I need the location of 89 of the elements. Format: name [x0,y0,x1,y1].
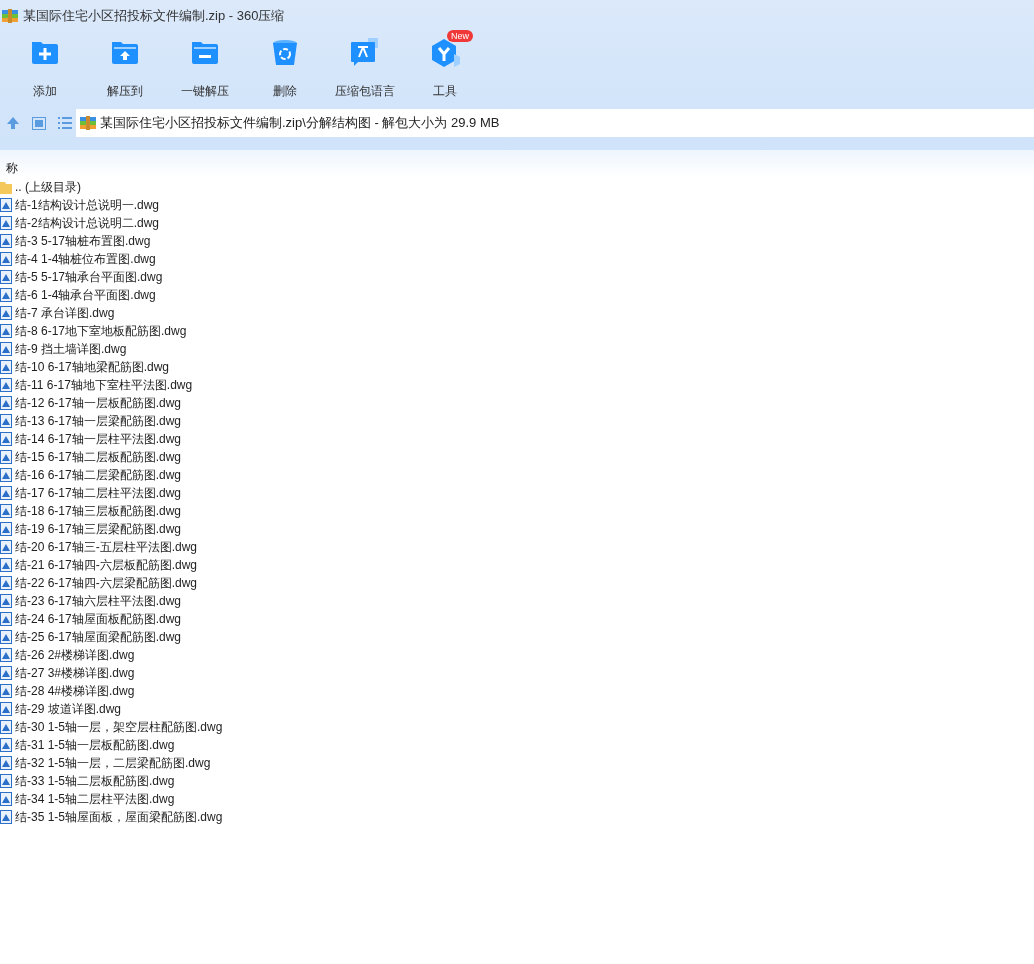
file-list-item[interactable]: 结-8 6-17地下室地板配筋图.dwg [0,322,1034,340]
drawing-file-icon [0,342,12,356]
archive-icon [2,8,18,24]
file-list-item[interactable]: 结-17 6-17轴二层柱平法图.dwg [0,484,1034,502]
drawing-file-icon [0,378,12,392]
folder-icon [0,180,12,194]
file-list-item[interactable]: 结-25 6-17轴屋面梁配筋图.dwg [0,628,1034,646]
drawing-file-icon [0,774,12,788]
translate-icon [350,38,380,68]
recycle-bin-icon [270,38,300,68]
drawing-file-icon [0,684,12,698]
toolbar-button[interactable]: 一键解压 [165,38,245,100]
file-list-item[interactable]: 结-19 6-17轴三层梁配筋图.dwg [0,520,1034,538]
file-list-item[interactable]: 结-2结构设计总说明二.dwg [0,214,1034,232]
toolbar-button[interactable]: 删除 [245,38,325,100]
drawing-file-icon [0,666,12,680]
list-view-icon[interactable] [58,117,72,129]
file-list-item[interactable]: 结-5 5-17轴承台平面图.dwg [0,268,1034,286]
drawing-file-icon [0,594,12,608]
file-list-item[interactable]: 结-16 6-17轴二层梁配筋图.dwg [0,466,1034,484]
drawing-file-icon [0,630,12,644]
file-list-item[interactable]: 结-27 3#楼梯详图.dwg [0,664,1034,682]
file-list-item[interactable]: 结-4 1-4轴桩位布置图.dwg [0,250,1034,268]
drawing-file-icon [0,414,12,428]
hexagon-icon [430,38,460,68]
drawing-file-icon [0,612,12,626]
file-list-item[interactable]: .. (上级目录) [0,178,1034,196]
drawing-file-icon [0,504,12,518]
drawing-file-icon [0,792,12,806]
drawing-file-icon [0,360,12,374]
drawing-file-icon [0,432,12,446]
drawing-file-icon [0,810,12,824]
thumbnail-view-icon[interactable] [32,116,46,130]
file-list-item[interactable]: 结-13 6-17轴一层梁配筋图.dwg [0,412,1034,430]
file-list-item[interactable]: 结-1结构设计总说明一.dwg [0,196,1034,214]
file-list-item[interactable]: 结-29 坡道详图.dwg [0,700,1034,718]
drawing-file-icon [0,720,12,734]
file-list-item[interactable]: 结-6 1-4轴承台平面图.dwg [0,286,1034,304]
drawing-file-icon [0,558,12,572]
drawing-file-icon [0,576,12,590]
drawing-file-icon [0,522,12,536]
column-header[interactable]: 称 [6,159,18,177]
file-list-item[interactable]: 结-20 6-17轴三-五层柱平法图.dwg [0,538,1034,556]
file-list-item[interactable]: 结-21 6-17轴四-六层板配筋图.dwg [0,556,1034,574]
file-list-item[interactable]: 结-14 6-17轴一层柱平法图.dwg [0,430,1034,448]
drawing-file-icon [0,756,12,770]
drawing-file-icon [0,198,12,212]
drawing-file-icon [0,486,12,500]
file-list-item[interactable]: 结-31 1-5轴一层板配筋图.dwg [0,736,1034,754]
drawing-file-icon [0,252,12,266]
file-list-item[interactable]: 结-12 6-17轴一层板配筋图.dwg [0,394,1034,412]
file-list-item[interactable]: 结-11 6-17轴地下室柱平法图.dwg [0,376,1034,394]
file-list-item[interactable]: 结-18 6-17轴三层板配筋图.dwg [0,502,1034,520]
file-list-item[interactable]: 结-9 挡土墙详图.dwg [0,340,1034,358]
drawing-file-icon [0,738,12,752]
drawing-file-icon [0,702,12,716]
toolbar-button[interactable]: 压缩包语言 [325,38,405,100]
drawing-file-icon [0,216,12,230]
file-list-item[interactable]: 结-34 1-5轴二层柱平法图.dwg [0,790,1034,808]
drawing-file-icon [0,324,12,338]
file-list-item[interactable]: 结-32 1-5轴一层，二层梁配筋图.dwg [0,754,1034,772]
window-title: 某国际住宅小区招投标文件编制.zip - 360压缩 [23,7,285,26]
file-list-item[interactable]: 结-26 2#楼梯详图.dwg [0,646,1034,664]
drawing-file-icon [0,468,12,482]
file-list-item[interactable]: 结-30 1-5轴一层，架空层柱配筋图.dwg [0,718,1034,736]
up-arrow-icon[interactable] [6,116,20,130]
toolbar-button[interactable]: 添加 [5,38,85,100]
file-list-item[interactable]: 结-3 5-17轴桩布置图.dwg [0,232,1034,250]
drawing-file-icon [0,396,12,410]
file-list-item[interactable]: 结-7 承台详图.dwg [0,304,1034,322]
file-list-item[interactable]: 结-28 4#楼梯详图.dwg [0,682,1034,700]
drawing-file-icon [0,234,12,248]
new-badge: New [447,30,473,42]
file-list-item[interactable]: 结-35 1-5轴屋面板，屋面梁配筋图.dwg [0,808,1034,826]
drawing-file-icon [0,450,12,464]
drawing-file-icon [0,648,12,662]
toolbar-button[interactable]: 解压到 [85,38,165,100]
file-list-item[interactable]: 结-22 6-17轴四-六层梁配筋图.dwg [0,574,1034,592]
file-list-item[interactable]: 结-24 6-17轴屋面板配筋图.dwg [0,610,1034,628]
drawing-file-icon [0,270,12,284]
drawing-file-icon [0,306,12,320]
drawing-file-icon [0,540,12,554]
archive-icon [80,115,96,131]
drawing-file-icon [0,288,12,302]
file-list-item[interactable]: 结-10 6-17轴地梁配筋图.dwg [0,358,1034,376]
file-list-item[interactable]: 结-23 6-17轴六层柱平法图.dwg [0,592,1034,610]
file-list-item[interactable]: 结-15 6-17轴二层板配筋图.dwg [0,448,1034,466]
file-list-item[interactable]: 结-33 1-5轴二层板配筋图.dwg [0,772,1034,790]
address-field[interactable]: 某国际住宅小区招投标文件编制.zip\分解结构图 - 解包大小为 29.9 MB [76,109,1034,137]
